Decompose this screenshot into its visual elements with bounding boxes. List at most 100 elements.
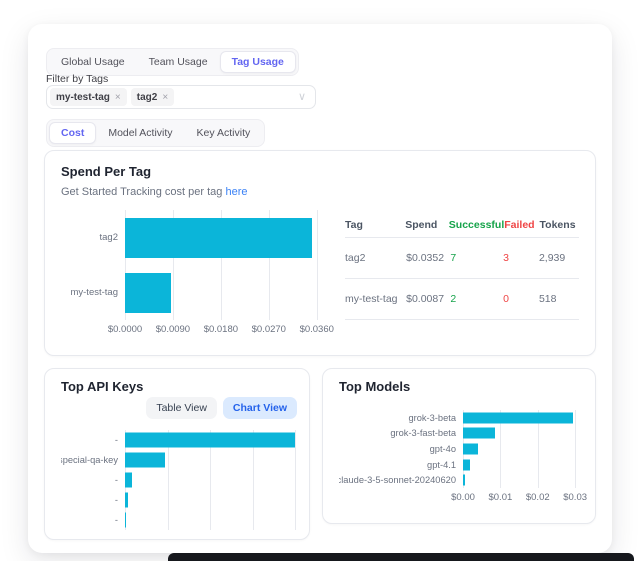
cell-failed: 3 (503, 252, 539, 264)
bar-label--: - (61, 515, 125, 525)
bar-label--: - (61, 495, 125, 505)
top-models-card: Top Models grok-3-beta grok-3-fast-beta gp… (322, 368, 596, 524)
col-header-tokens: Tokens (540, 219, 579, 231)
chart-bar-row: grok-3-beta (339, 410, 579, 426)
col-header-spend: Spend (405, 219, 449, 231)
chart-view-button[interactable]: Chart View (223, 397, 297, 419)
page: Global UsageTeam UsageTag Usage Filter b… (0, 0, 640, 561)
bar-label-claude-3-5-sonnet-20240620: claude-3-5-sonnet-20240620 (339, 475, 463, 485)
cell-spend: $0.0087 (406, 293, 450, 305)
bar-- (125, 493, 128, 508)
chart-bar-row: tag2 (61, 210, 323, 265)
bar-track (125, 450, 295, 470)
api-keys-card-title: Top API Keys (61, 379, 297, 394)
tag-chip-my-test-tag: my-test-tag× (50, 88, 127, 106)
bar-track (125, 510, 295, 530)
chart-bar-row: grok-3-fast-beta (339, 426, 579, 442)
table-row: my-test-tag$0.008720518 (345, 279, 579, 320)
bar-track (463, 472, 577, 488)
top-api-keys-chart: - special-qa-key - - - (61, 430, 297, 530)
tag-chip-tag2: tag2× (131, 88, 174, 106)
tab-model-activity[interactable]: Model Activity (96, 122, 184, 144)
axis-tick-label: $0.02 (526, 492, 550, 503)
axis-tick-label: $0.0000 (108, 324, 142, 335)
chart-bar-row: special-qa-key (61, 450, 297, 470)
axis-tick-label: $0.0270 (252, 324, 286, 335)
chart-x-axis: $0.00$0.01$0.02$0.03 (463, 488, 577, 504)
bar-label-gpt-4o: gpt-4o (339, 444, 463, 454)
here-link[interactable]: here (225, 186, 247, 198)
bar-grok-3-beta (463, 412, 573, 423)
bar-gpt-4o (463, 443, 478, 454)
bar-gpt-4-1 (463, 459, 470, 470)
chip-remove-icon[interactable]: × (162, 92, 168, 103)
tag-chips: my-test-tag×tag2× (50, 88, 178, 106)
bar-- (125, 473, 132, 488)
tab-team-usage[interactable]: Team Usage (137, 51, 220, 73)
bar-track (463, 410, 577, 426)
bar-- (125, 433, 295, 448)
cell-tag: my-test-tag (345, 293, 406, 305)
cell-successful: 2 (450, 293, 503, 305)
chart-bar-row: gpt-4o (339, 441, 579, 457)
axis-tick-label: $0.0090 (156, 324, 190, 335)
axis-tick-label: $0.01 (488, 492, 512, 503)
models-card-title: Top Models (339, 379, 579, 394)
chart-rows: - special-qa-key - - - (61, 430, 297, 530)
view-toggle: Table View Chart View (146, 397, 297, 419)
axis-tick-label: $0.03 (563, 492, 587, 503)
bar-label--: - (61, 435, 125, 445)
spend-table: TagSpendSuccessfulFailedTokenstag2$0.035… (345, 212, 579, 336)
chart-rows: tag2 my-test-tag (61, 210, 323, 320)
chart-bar-row: - (61, 470, 297, 490)
bar-claude-3-5-sonnet-20240620 (463, 475, 465, 486)
chevron-down-icon[interactable]: ∨ (298, 90, 306, 103)
bar-track (125, 470, 295, 490)
filter-by-tags-label: Filter by Tags (46, 73, 108, 85)
tab-cost[interactable]: Cost (49, 122, 96, 144)
col-header-successful: Successful (449, 219, 504, 231)
bar-grok-3-fast-beta (463, 428, 495, 439)
bar-track (125, 430, 295, 450)
bar-my-test-tag (125, 273, 171, 313)
bar-label-my-test-tag: my-test-tag (61, 287, 125, 298)
chip-remove-icon[interactable]: × (115, 92, 121, 103)
spend-per-tag-chart: tag2 my-test-tag $0.0000$0.0090$0.0180$0.0… (61, 210, 323, 336)
axis-tick-label: $0.00 (451, 492, 475, 503)
tab-tag-usage[interactable]: Tag Usage (220, 51, 296, 73)
top-api-keys-card: Top API Keys Table View Chart View - speci… (44, 368, 310, 540)
table-row: tag2$0.0352732,939 (345, 238, 579, 279)
bar-track (463, 426, 577, 442)
dashboard-window: Global UsageTeam UsageTag Usage Filter b… (28, 24, 612, 553)
cell-tokens: 518 (539, 293, 579, 305)
bar-label-special-qa-key: special-qa-key (61, 455, 125, 465)
spend-card-title: Spend Per Tag (61, 164, 579, 179)
tag-filter-select[interactable]: my-test-tag×tag2× ∨ (46, 85, 316, 109)
table-view-button[interactable]: Table View (146, 397, 217, 419)
axis-tick-label: $0.0360 (300, 324, 334, 335)
tab-key-activity[interactable]: Key Activity (185, 122, 263, 144)
spend-card-subtitle: Get Started Tracking cost per tag here (61, 186, 579, 198)
bar-label-gpt-4-1: gpt-4.1 (339, 460, 463, 470)
bar-label-grok-3-fast-beta: grok-3-fast-beta (339, 428, 463, 438)
bar-label-tag2: tag2 (61, 232, 125, 243)
cell-spend: $0.0352 (406, 252, 450, 264)
cell-successful: 7 (450, 252, 503, 264)
usage-tab-bar: Global UsageTeam UsageTag Usage (46, 48, 299, 76)
window-bottom-edge (168, 553, 634, 561)
spend-per-tag-card: Spend Per Tag Get Started Tracking cost … (44, 150, 596, 356)
bar-track (125, 265, 321, 320)
chart-bar-row: - (61, 430, 297, 450)
bar-special-qa-key (125, 453, 165, 468)
cell-tag: tag2 (345, 252, 406, 264)
bar-- (125, 513, 126, 528)
col-header-failed: Failed (504, 219, 539, 231)
bar-track (125, 210, 321, 265)
bar-track (463, 457, 577, 473)
top-models-chart: grok-3-beta grok-3-fast-beta gpt-4o gpt-4.1… (339, 410, 579, 504)
bar-track (463, 441, 577, 457)
bar-label--: - (61, 475, 125, 485)
tab-global-usage[interactable]: Global Usage (49, 51, 137, 73)
chart-x-axis: $0.0000$0.0090$0.0180$0.0270$0.0360 (125, 320, 321, 336)
chart-bar-row: - (61, 490, 297, 510)
